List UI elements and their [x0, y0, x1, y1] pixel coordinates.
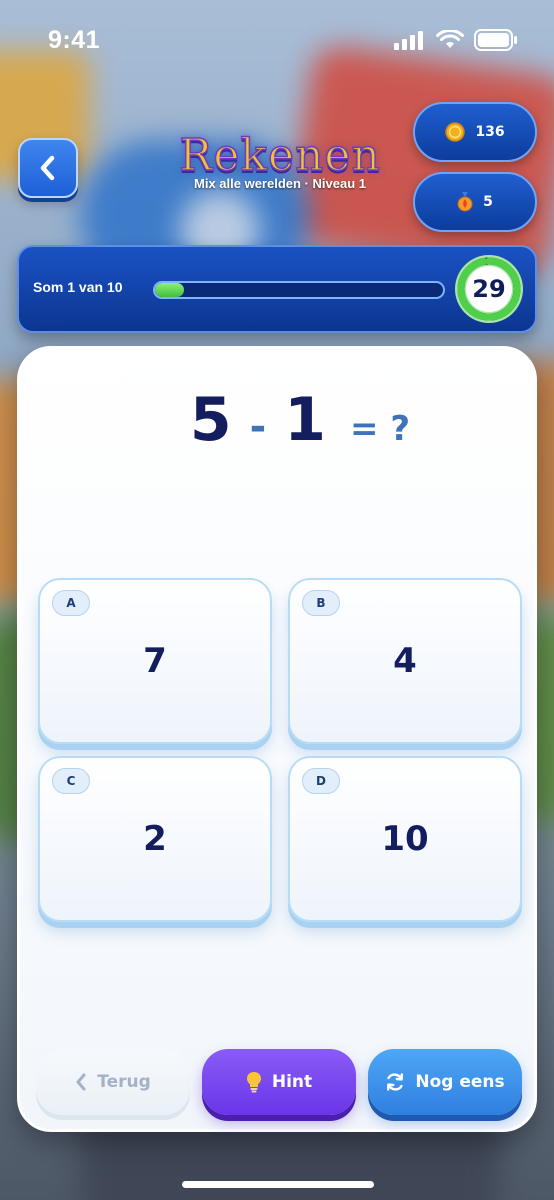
status-time: 9:41 — [48, 25, 101, 54]
previous-button[interactable]: Terug — [36, 1049, 190, 1115]
refresh-icon — [387, 1073, 404, 1091]
hint-button[interactable]: Hint — [202, 1049, 356, 1115]
answer-option-d[interactable]: 10 D — [288, 756, 522, 922]
streak-counter[interactable]: 5 — [413, 172, 537, 232]
home-indicator[interactable] — [182, 1181, 374, 1188]
answer-letter-badge: D — [302, 768, 340, 794]
progress-bar-fill — [155, 283, 184, 297]
progress-banner: Som 1 van 10 29 — [17, 245, 537, 333]
coin-count: 136 — [475, 124, 505, 140]
equation-right-operand: 1 — [284, 385, 327, 455]
timer-value: 29 — [472, 275, 506, 303]
equation-operator: - — [249, 404, 267, 450]
streak-count: 5 — [483, 194, 493, 210]
medal-flame-icon — [457, 192, 473, 212]
chevron-left-icon — [40, 155, 55, 181]
answer-letter-badge: C — [52, 768, 90, 794]
page-title: Rekenen — [178, 129, 381, 182]
answer-option-c[interactable]: 2 C — [38, 756, 272, 922]
page-subtitle: Mix alle werelden · Niveau 1 — [194, 176, 366, 191]
title-block: Rekenen Mix alle werelden · Niveau 1 — [130, 129, 430, 191]
status-bar: 9:41 — [0, 0, 554, 80]
status-icons — [394, 29, 518, 51]
equation-equals: = ? — [350, 409, 411, 449]
retry-button[interactable]: Nog eens — [368, 1049, 522, 1115]
answer-letter-badge: B — [302, 590, 340, 616]
coin-icon — [445, 122, 466, 142]
answer-option-b[interactable]: 4 B — [288, 578, 522, 744]
progress-bar — [153, 281, 445, 299]
equation: 5 - 1 = ? — [20, 385, 540, 465]
battery-icon — [474, 29, 517, 51]
answer-option-a[interactable]: 7 A — [38, 578, 272, 744]
equation-left-operand: 5 — [189, 385, 232, 455]
signal-icon — [394, 31, 423, 50]
question-card: 5 - 1 = ? 7 A 4 B 2 C 10 D Terug Hint No… — [17, 346, 537, 1132]
hint-button-label: Hint — [271, 1072, 313, 1092]
previous-button-label: Terug — [97, 1072, 151, 1092]
lightbulb-icon — [246, 1072, 261, 1093]
back-button[interactable] — [18, 138, 78, 198]
wifi-icon — [436, 30, 464, 48]
chevron-left-icon — [76, 1073, 86, 1091]
progress-label: Som 1 van 10 — [33, 279, 123, 295]
retry-button-label: Nog eens — [415, 1072, 505, 1092]
answer-letter-badge: A — [52, 590, 90, 616]
coin-counter[interactable]: 136 — [413, 102, 537, 162]
